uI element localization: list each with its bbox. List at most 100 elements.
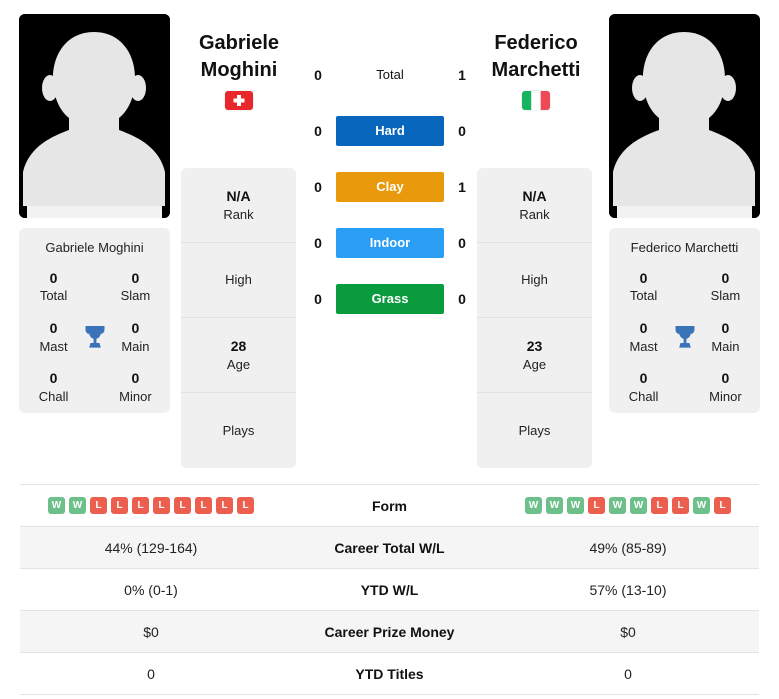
h2h-right-score-hard: 0 [458, 123, 466, 139]
titles-mast-left: 0 Mast [25, 319, 82, 355]
titles-card-left: Gabriele Moghini 0 Total 0 Slam 0 Mast 0… [19, 228, 170, 413]
table-row-ytd-wl: 0% (0-1) YTD W/L 57% (13-10) [20, 569, 759, 611]
age-value-right: 23 [526, 337, 543, 354]
form-badge-loss: L [132, 497, 149, 514]
career-total-wl-right: 49% (85-89) [589, 539, 667, 556]
form-badge-loss: L [90, 497, 107, 514]
form-right-cell: WWWLWWLLWL [497, 497, 759, 514]
info-cell-plays-right: Plays [477, 393, 592, 468]
table-row-form: WWLLLLLLLL Form WWWLWWLLWL [20, 485, 759, 527]
titles-minor-label-left: Minor [119, 389, 152, 405]
titles-minor-right: 0 Minor [697, 369, 754, 405]
info-cell-rank-right: N/A Rank [477, 168, 592, 243]
high-label-right: High [521, 272, 548, 288]
h2h-right-score-clay: 1 [458, 179, 466, 195]
plays-label-right: Plays [518, 422, 551, 438]
h2h-right-score-total: 1 [458, 67, 466, 83]
ytd-wl-right: 57% (13-10) [589, 581, 667, 598]
player-first-name-right: Federico [494, 32, 578, 54]
form-badge-win: W [546, 497, 563, 514]
titles-chall-label-left: Chall [38, 389, 69, 405]
titles-row-1-left: 0 Total 0 Slam [19, 262, 170, 312]
titles-row-1-right: 0 Total 0 Slam [609, 262, 760, 312]
titles-total-label-left: Total [39, 288, 68, 304]
table-row-career-total-wl: 44% (129-164) Career Total W/L 49% (85-8… [20, 527, 759, 569]
titles-row-2-right: 0 Mast 0 Main [609, 312, 760, 362]
ytd-wl-left: 0% (0-1) [124, 581, 178, 598]
titles-row-3-left: 0 Chall 0 Minor [19, 362, 170, 412]
form-badge-win: W [69, 497, 86, 514]
info-cell-high-left: High [181, 243, 296, 318]
age-label-left: Age [226, 356, 251, 372]
stat-label-ytd-titles: YTD Titles [355, 665, 424, 682]
player-info-card-left: N/A Rank High 28 Age Plays [181, 168, 296, 468]
form-badge-win: W [609, 497, 626, 514]
info-cell-rank-left: N/A Rank [181, 168, 296, 243]
head-to-head-bars: 0 Total 1 0 Hard 0 0 Clay 1 0 Indoor 0 0 [300, 60, 480, 314]
info-cell-age-right: 23 Age [477, 318, 592, 393]
form-badge-loss: L [651, 497, 668, 514]
rank-label-right: Rank [519, 206, 550, 222]
h2h-label-clay[interactable]: Clay [336, 172, 444, 202]
h2h-row-grass: 0 Grass 0 [300, 284, 480, 314]
career-total-wl-left: 44% (129-164) [104, 539, 198, 556]
trophy-icon-right [672, 325, 697, 349]
form-badges-left: WWLLLLLLLL [24, 497, 278, 514]
h2h-left-score-total: 0 [314, 67, 322, 83]
titles-slam-label-left: Slam [120, 288, 151, 304]
titles-card-name-right: Federico Marchetti [630, 240, 739, 255]
titles-total-left: 0 Total [25, 269, 82, 305]
high-label-left: High [225, 272, 252, 288]
form-badge-loss: L [195, 497, 212, 514]
h2h-left-score-clay: 0 [314, 179, 322, 195]
titles-mast-label-right: Mast [629, 338, 658, 354]
titles-slam-value-left: 0 [131, 269, 140, 286]
titles-minor-value-right: 0 [721, 370, 730, 387]
table-row-ytd-titles: 0 YTD Titles 0 [20, 653, 759, 695]
h2h-left-score-grass: 0 [314, 291, 322, 307]
stat-label-career-total-wl: Career Total W/L [334, 539, 445, 556]
table-row-career-prize-money: $0 Career Prize Money $0 [20, 611, 759, 653]
form-badge-loss: L [588, 497, 605, 514]
age-value-left: 28 [230, 337, 247, 354]
form-badge-win: W [630, 497, 647, 514]
titles-mast-value-right: 0 [639, 320, 648, 337]
titles-main-value-right: 0 [721, 320, 730, 337]
rank-label-left: Rank [223, 206, 254, 222]
h2h-label-hard[interactable]: Hard [336, 116, 444, 146]
comparison-stats-table: WWLLLLLLLL Form WWWLWWLLWL 44% (129-164)… [20, 484, 759, 695]
info-cell-age-left: 28 Age [181, 318, 296, 393]
titles-minor-value-left: 0 [131, 370, 140, 387]
form-badge-loss: L [111, 497, 128, 514]
titles-chall-left: 0 Chall [25, 369, 82, 405]
form-badge-loss: L [174, 497, 191, 514]
career-prize-money-left: $0 [143, 623, 159, 640]
titles-slam-left: 0 Slam [107, 269, 164, 305]
form-badge-loss: L [672, 497, 689, 514]
flag-switzerland-icon [225, 91, 253, 110]
titles-total-value-right: 0 [639, 269, 648, 286]
info-cell-plays-left: Plays [181, 393, 296, 468]
form-badge-loss: L [237, 497, 254, 514]
h2h-left-score-hard: 0 [314, 123, 322, 139]
titles-mast-right: 0 Mast [615, 319, 672, 355]
form-left-cell: WWLLLLLLLL [20, 497, 282, 514]
form-badge-win: W [693, 497, 710, 514]
h2h-row-total: 0 Total 1 [300, 60, 480, 90]
titles-chall-label-right: Chall [628, 389, 659, 405]
comparison-header: Gabriele Moghini Federico Marchetti 0 To… [0, 0, 779, 470]
info-cell-high-right: High [477, 243, 592, 318]
form-badge-loss: L [714, 497, 731, 514]
h2h-label-grass[interactable]: Grass [336, 284, 444, 314]
titles-slam-label-right: Slam [710, 288, 741, 304]
form-badge-win: W [525, 497, 542, 514]
plays-label-left: Plays [222, 422, 255, 438]
rank-value-right: N/A [522, 187, 547, 204]
stat-label-ytd-wl: YTD W/L [360, 581, 419, 598]
h2h-label-indoor[interactable]: Indoor [336, 228, 444, 258]
titles-card-right: Federico Marchetti 0 Total 0 Slam 0 Mast [609, 228, 760, 413]
h2h-row-hard: 0 Hard 0 [300, 116, 480, 146]
titles-main-label-right: Main [711, 338, 740, 354]
trophy-icon-left [82, 325, 107, 349]
player-info-card-right: N/A Rank High 23 Age Plays [477, 168, 592, 468]
